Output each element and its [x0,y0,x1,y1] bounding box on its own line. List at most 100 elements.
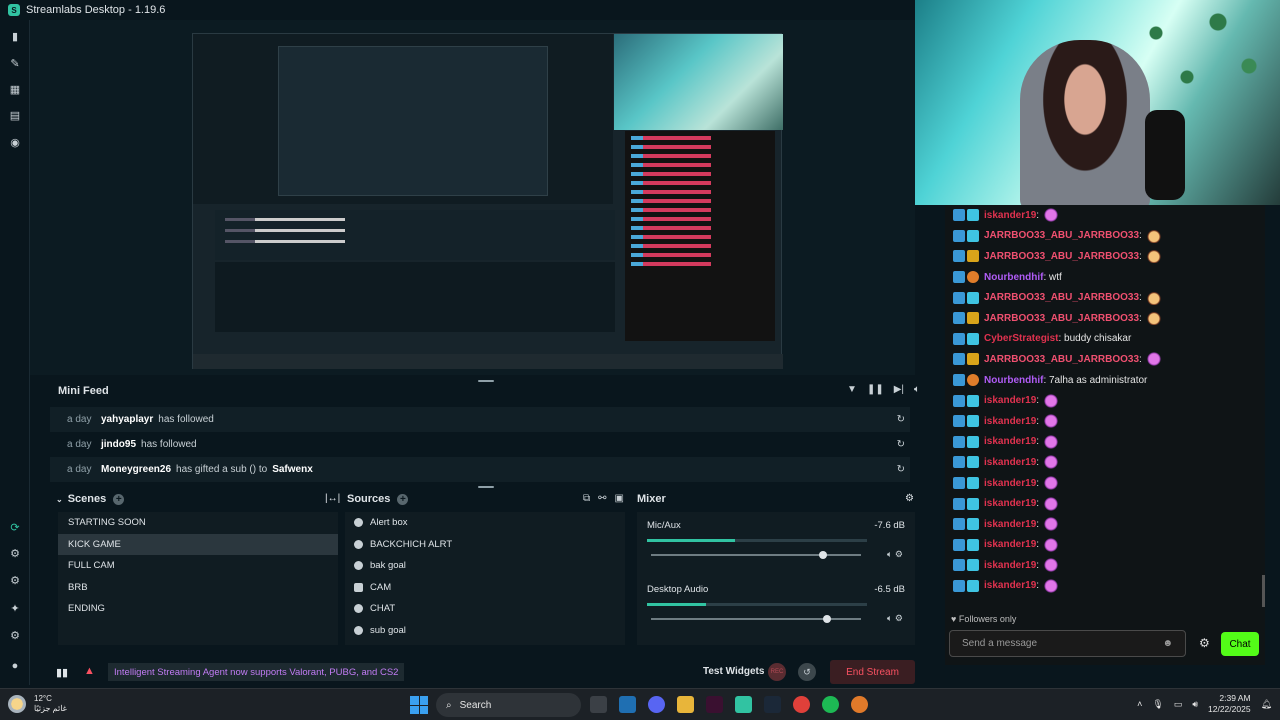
chrome-active-icon[interactable] [851,696,868,713]
replay-alert-icon[interactable]: ↻ [897,464,905,475]
source-item[interactable]: bak goal [345,555,625,577]
notification-icon[interactable]: 🔔︎ [1261,699,1272,710]
chat-username[interactable]: JARRBOO33_ABU_JARRBOO33 [984,251,1139,262]
emote-icon [1043,455,1060,470]
replay-alert-icon[interactable]: ↻ [897,439,905,450]
end-stream-button[interactable]: End Stream [830,660,915,684]
source-folder-icon[interactable]: ▣ [615,493,624,504]
chat-username[interactable]: iskander19 [984,457,1036,468]
editor-icon[interactable]: ▮ [9,31,21,43]
chat-scrollbar[interactable] [1262,575,1265,607]
chat-username[interactable]: iskander19 [984,580,1036,591]
source-item[interactable]: CAM [345,577,625,599]
chat-message-input[interactable]: Send a message ☻ [949,630,1186,657]
network-icon[interactable]: ▭ [1174,699,1183,710]
spotify-icon[interactable] [822,696,839,713]
task-view-icon[interactable] [590,696,607,713]
mute-icon[interactable]: 🔈︎ ⚙ [887,613,903,624]
mute-icon[interactable]: 🔈︎ ⚙ [887,549,903,560]
chat-username[interactable]: iskander19 [984,395,1036,406]
filter-icon[interactable]: ▼ [847,384,857,395]
scene-item[interactable]: ENDING [58,598,338,620]
highlighter-icon[interactable]: ✦ [9,603,21,615]
chat-username[interactable]: iskander19 [984,436,1036,447]
replay-alert-icon[interactable]: ↻ [897,414,905,425]
chat-username[interactable]: iskander19 [984,519,1036,530]
source-item[interactable]: BACKCHICH ALRT [345,534,625,556]
chat-username[interactable]: iskander19 [984,416,1036,427]
emote-icon [1043,537,1060,552]
settings-small-icon[interactable]: ⚙ [9,575,21,587]
store-icon[interactable]: ▦ [9,84,21,96]
chrome-icon[interactable] [793,696,810,713]
chat-username[interactable]: JARRBOO33_ABU_JARRBOO33 [984,354,1139,365]
speaker-icon[interactable]: 🔊︎ [1192,699,1198,710]
streamlabs-icon[interactable] [735,696,752,713]
test-widgets-button[interactable]: Test Widgets [703,666,764,677]
profile-icon[interactable]: ● [9,660,21,672]
chat-username[interactable]: iskander19 [984,560,1036,571]
windows-start-icon[interactable] [410,696,428,714]
chat-username[interactable]: Nourbendhif [984,272,1043,283]
app-icon[interactable] [706,696,723,713]
volume-slider[interactable] [651,551,861,559]
chat-username[interactable]: Nourbendhif [984,375,1043,386]
volume-icon[interactable]: 🔈︎ [914,384,920,395]
chat-message: iskander19: [945,535,1265,556]
alert-warning-icon[interactable]: ▲ [84,665,95,677]
mic-icon[interactable]: 🎙︎ [1152,699,1163,710]
themes-icon[interactable]: ✎ [9,58,21,70]
emoji-icon[interactable]: ☻ [1162,638,1173,649]
chat-username[interactable]: JARRBOO33_ABU_JARRBOO33 [984,230,1139,241]
source-item[interactable]: Alert box [345,512,625,534]
stats-icon[interactable]: ▮▮ [56,666,68,679]
chevron-up-icon[interactable]: ˄ [1137,699,1142,709]
source-item[interactable]: sub goal [345,620,625,642]
record-button[interactable]: REC [768,663,786,681]
file-explorer-icon[interactable] [677,696,694,713]
minifeed-header: Mini Feed ▼ ❚❚ ▶| 🔈︎ [50,380,920,402]
mixer-settings-icon[interactable]: ⚙ [905,493,914,504]
scene-item[interactable]: STARTING SOON [58,512,338,534]
scene-collection-icon[interactable]: |↔| [325,493,340,504]
settings-icon[interactable]: ⚙ [9,630,21,642]
chat-username[interactable]: JARRBOO33_ABU_JARRBOO33 [984,292,1139,303]
chat-username[interactable]: JARRBOO33_ABU_JARRBOO33 [984,313,1139,324]
chat-text: : [1139,230,1142,242]
skip-icon[interactable]: ▶| [894,384,904,395]
add-source-icon[interactable]: + [397,493,409,505]
add-scene-icon[interactable]: + [113,493,125,505]
fox-badge-icon [967,271,979,284]
scene-item-selected[interactable]: KICK GAME [58,533,338,555]
source-group-icon[interactable]: ⧉ [583,493,590,504]
outlook-icon[interactable] [619,696,636,713]
chat-username[interactable]: CyberStrategist [984,333,1058,344]
replay-buffer-button[interactable]: ↺ [798,663,816,681]
source-item[interactable]: CHAT [345,598,625,620]
live-dock-icon[interactable]: ⟳ [9,522,21,534]
scene-item[interactable]: FULL CAM [58,555,338,577]
chat-username[interactable]: iskander19 [984,498,1036,509]
record-icon[interactable]: ◉ [9,137,21,149]
weather-widget[interactable]: 12°C غائم جزئيًا [8,694,67,714]
chat-username[interactable]: iskander19 [984,210,1036,221]
source-link-icon[interactable]: ⚯ [598,493,606,504]
chat-username[interactable]: iskander19 [984,539,1036,550]
chat-settings-icon[interactable]: ⚙ [1199,636,1210,650]
integration-icon[interactable]: ⚙ [9,548,21,560]
weather-description: غائم جزئيًا [34,704,67,713]
collapse-icon[interactable]: ⌄ [56,495,63,504]
chat-send-button[interactable]: Chat [1221,632,1259,656]
taskbar-search[interactable]: ⌕ Search [436,693,581,717]
clock[interactable]: 2:39 AM 12/22/2025 [1208,693,1251,715]
streamer-image [1020,40,1150,205]
steam-icon[interactable] [764,696,781,713]
volume-slider[interactable] [651,615,861,623]
discord-icon[interactable] [648,696,665,713]
notification-banner[interactable]: Intelligent Streaming Agent now supports… [108,663,405,681]
resize-handle[interactable] [478,486,494,488]
grid-icon[interactable]: ▤ [9,110,21,122]
chat-username[interactable]: iskander19 [984,478,1036,489]
pause-icon[interactable]: ❚❚ [867,384,884,395]
scene-item[interactable]: BRB [58,577,338,599]
